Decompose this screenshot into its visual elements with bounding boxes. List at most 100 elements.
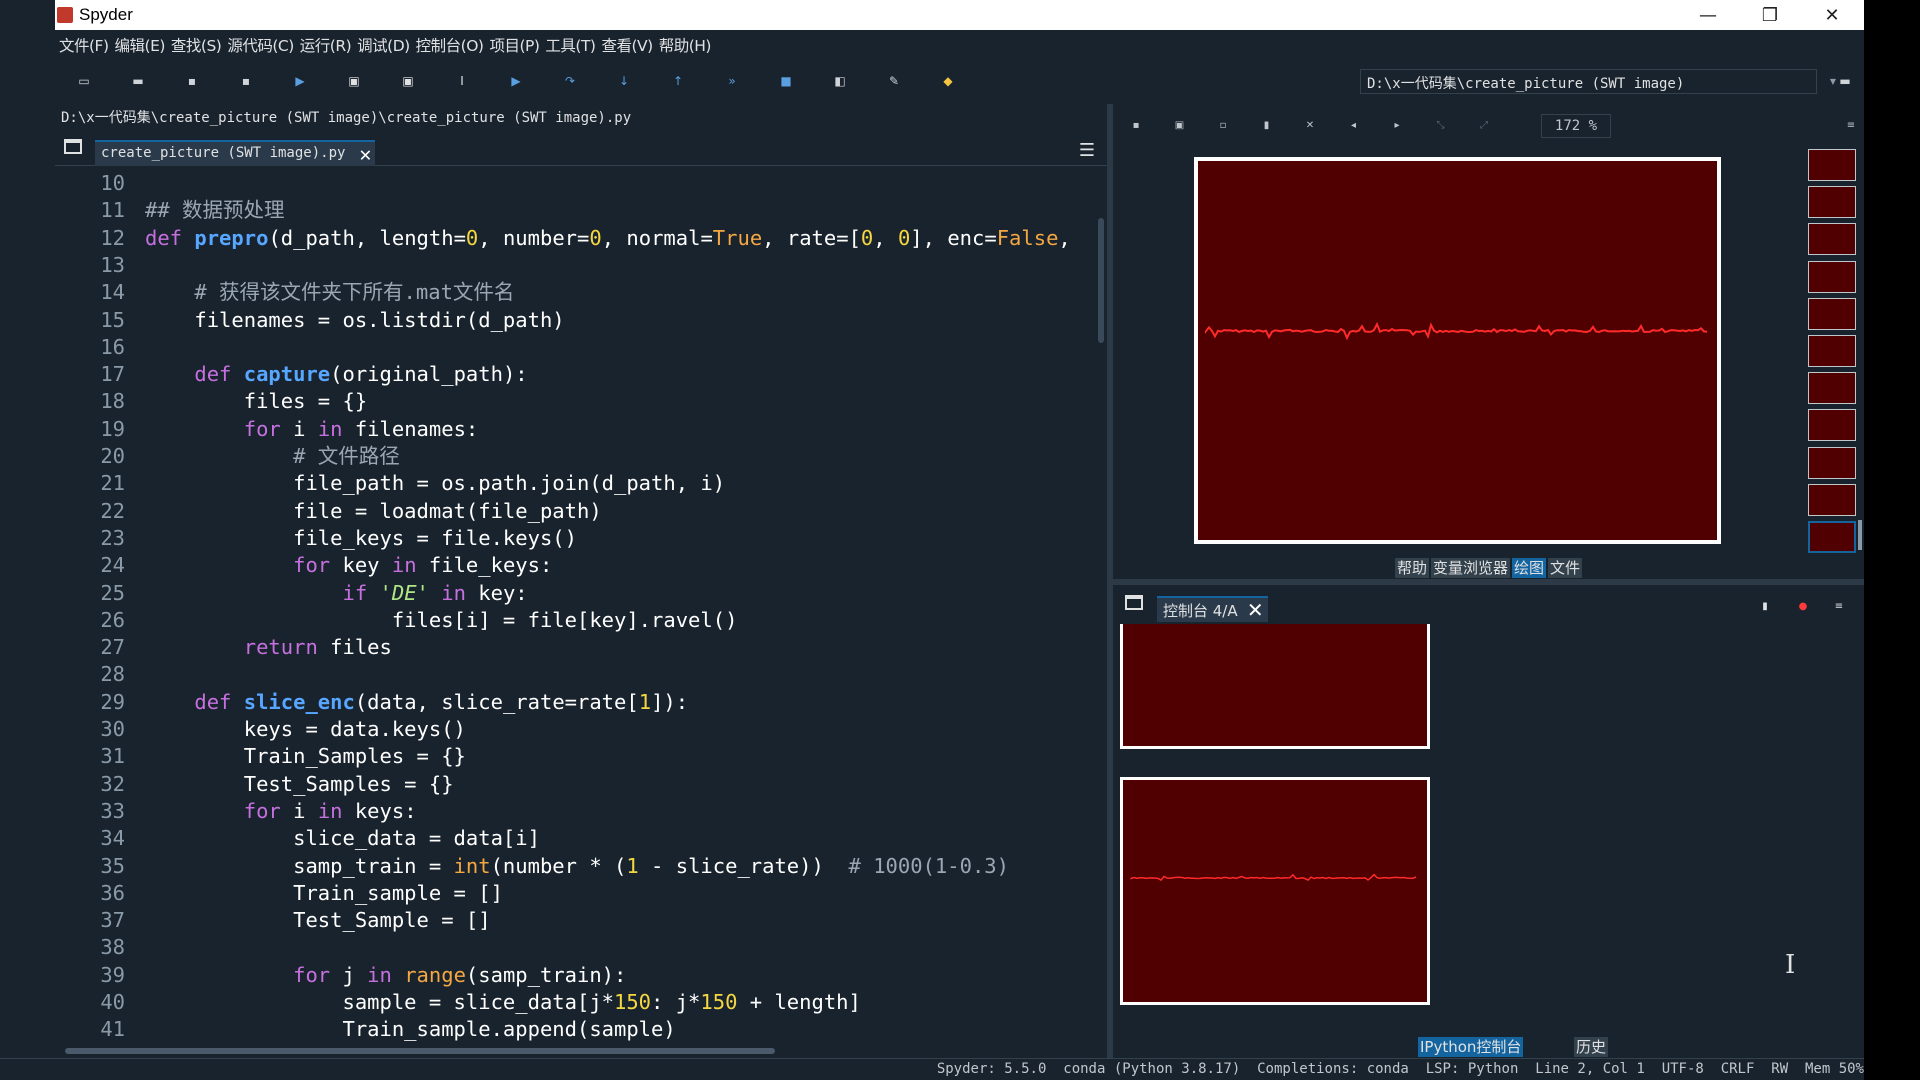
plot-thumbnail[interactable] [1808, 372, 1856, 405]
code-line[interactable]: 15 filenames = os.listdir(d_path) [55, 307, 1095, 334]
run-cell-advance-icon[interactable]: ▣ [398, 71, 418, 91]
menu-item-9[interactable]: 查看(V) [601, 34, 653, 56]
plot-thumbnail[interactable] [1808, 186, 1856, 219]
editor-options-menu-icon[interactable]: ☰ [1079, 140, 1095, 161]
editor-vertical-scrollbar[interactable] [1095, 168, 1107, 1048]
menu-item-5[interactable]: 调试(D) [357, 34, 410, 56]
plot-thumbnail[interactable] [1808, 483, 1856, 516]
menu-item-0[interactable]: 文件(F) [59, 34, 109, 56]
save-icon[interactable]: ▪ [182, 71, 202, 91]
close-console-icon[interactable]: ✕ [1247, 598, 1264, 622]
plot-thumbnail[interactable] [1808, 521, 1856, 553]
code-line[interactable]: 20 # 文件路径 [55, 443, 1095, 470]
menu-item-6[interactable]: 控制台(O) [416, 34, 484, 56]
ipython-console[interactable] [1113, 624, 1856, 1034]
pane-tab-0[interactable]: 帮助 [1395, 558, 1430, 578]
pane-tab-2[interactable]: 绘图 [1512, 558, 1547, 578]
scrollbar-thumb[interactable] [65, 1048, 775, 1054]
maximize-pane-icon[interactable]: ◧ [830, 71, 850, 91]
zoom-level[interactable]: 172 % [1541, 114, 1611, 138]
browse-consoles-icon[interactable] [1125, 595, 1143, 610]
plot-thumbnail[interactable] [1808, 149, 1856, 181]
menu-item-2[interactable]: 查找(S) [171, 34, 222, 56]
code-line[interactable]: 37 Test_Sample = [] [55, 907, 1095, 934]
run-selection-icon[interactable]: Ι [452, 71, 472, 91]
pane-tab-3[interactable]: 文件 [1548, 558, 1583, 578]
code-line[interactable]: 11 ## 数据预处理 [55, 197, 1095, 224]
editor-tab-active[interactable]: create_picture (SWT image).py ✕ [95, 140, 376, 166]
save-all-icon[interactable]: ▪ [236, 71, 256, 91]
code-line[interactable]: 32 Test_Samples = {} [55, 771, 1095, 798]
console-tab-active[interactable]: 控制台 4/A ✕ [1157, 596, 1268, 622]
new-file-icon[interactable]: ▭ [74, 71, 94, 91]
code-line[interactable]: 39 for j in range(samp_train): [55, 962, 1095, 989]
close-tab-icon[interactable]: ✕ [359, 142, 371, 166]
browse-tabs-icon[interactable] [64, 139, 82, 154]
restore-button[interactable]: ❐ [1741, 0, 1799, 30]
code-line[interactable]: 26 files[i] = file[key].ravel() [55, 607, 1095, 634]
interrupt-kernel-icon[interactable]: ● [1797, 600, 1809, 612]
code-line[interactable]: 35 samp_train = int(number * (1 - slice_… [55, 853, 1095, 880]
code-line[interactable]: 40 sample = slice_data[j*150: j*150 + le… [55, 989, 1095, 1016]
menu-item-8[interactable]: 工具(T) [545, 34, 596, 56]
working-directory-input[interactable]: D:\x一代码集\create_picture (SWT image) [1360, 69, 1817, 94]
code-line[interactable]: 24 for key in file_keys: [55, 552, 1095, 579]
pane-tab-1[interactable]: 历史 [1574, 1037, 1609, 1057]
code-line[interactable]: 31 Train_Samples = {} [55, 743, 1095, 770]
plot-thumbnail[interactable] [1808, 446, 1856, 479]
menu-item-3[interactable]: 源代码(C) [227, 34, 294, 56]
run-icon[interactable]: ▶ [290, 71, 310, 91]
plot-thumbnail[interactable] [1808, 297, 1856, 330]
browse-directory-icon[interactable]: ▬ [1835, 71, 1855, 91]
run-cell-icon[interactable]: ▣ [344, 71, 364, 91]
python-path-icon[interactable]: ◆ [938, 71, 958, 91]
save-all-plots-icon[interactable]: ▣ [1173, 118, 1187, 132]
console-stop-icon[interactable]: ▮ [1759, 600, 1771, 612]
code-line[interactable]: 14 # 获得该文件夹下所有.mat文件名 [55, 279, 1095, 306]
plot-thumbnail[interactable] [1808, 223, 1856, 256]
code-line[interactable]: 33 for i in keys: [55, 798, 1095, 825]
preferences-icon[interactable]: ✎ [884, 71, 904, 91]
save-plot-icon[interactable]: ▪ [1129, 118, 1143, 132]
code-line[interactable]: 29 def slice_enc(data, slice_rate=rate[1… [55, 689, 1095, 716]
code-line[interactable]: 10 [55, 170, 1095, 197]
zoom-in-icon[interactable]: ⤢ [1477, 118, 1491, 132]
console-options-menu-icon[interactable]: ≡ [1833, 600, 1845, 612]
code-line[interactable]: 22 file = loadmat(file_path) [55, 498, 1095, 525]
step-into-icon[interactable]: ↓ [614, 71, 634, 91]
code-line[interactable]: 17 def capture(original_path): [55, 361, 1095, 388]
code-line[interactable]: 28 [55, 661, 1095, 688]
code-line[interactable]: 13 [55, 252, 1095, 279]
pane-tab-1[interactable]: 变量浏览器 [1431, 558, 1511, 578]
stop-icon[interactable]: ■ [776, 71, 796, 91]
editor-horizontal-scrollbar[interactable] [55, 1046, 1107, 1056]
code-line[interactable]: 12 def prepro(d_path, length=0, number=0,… [55, 225, 1095, 252]
close-button[interactable]: ✕ [1803, 0, 1861, 30]
remove-all-plots-icon[interactable]: ✕ [1303, 118, 1317, 132]
plot-thumbnail[interactable] [1808, 260, 1856, 293]
code-line[interactable]: 25 if 'DE' in key: [55, 580, 1095, 607]
open-file-icon[interactable]: ▬ [128, 71, 148, 91]
continue-icon[interactable]: » [722, 71, 742, 91]
code-line[interactable]: 27 return files [55, 634, 1095, 661]
zoom-out-icon[interactable]: ⤡ [1434, 118, 1448, 132]
menu-item-7[interactable]: 项目(P) [489, 34, 539, 56]
thumbnails-scrollbar[interactable] [1858, 520, 1862, 550]
menu-item-4[interactable]: 运行(R) [300, 34, 352, 56]
code-line[interactable]: 41 Train_sample.append(sample) [55, 1016, 1095, 1043]
remove-plot-icon[interactable]: ▮ [1260, 118, 1274, 132]
plot-thumbnail[interactable] [1808, 335, 1856, 367]
previous-plot-icon[interactable]: ◂ [1347, 118, 1361, 132]
next-plot-icon[interactable]: ▸ [1390, 118, 1404, 132]
horizontal-splitter[interactable] [1113, 579, 1864, 585]
code-line[interactable]: 38 [55, 934, 1095, 961]
copy-plot-icon[interactable]: ▫ [1216, 118, 1230, 132]
code-line[interactable]: 16 [55, 334, 1095, 361]
code-line[interactable]: 18 files = {} [55, 388, 1095, 415]
code-line[interactable]: 34 slice_data = data[i] [55, 825, 1095, 852]
plots-options-menu-icon[interactable]: ≡ [1844, 118, 1858, 132]
plot-thumbnail[interactable] [1808, 409, 1856, 442]
code-line[interactable]: 21 file_path = os.path.join(d_path, i) [55, 470, 1095, 497]
code-line[interactable]: 23 file_keys = file.keys() [55, 525, 1095, 552]
menu-item-1[interactable]: 编辑(E) [115, 34, 166, 56]
